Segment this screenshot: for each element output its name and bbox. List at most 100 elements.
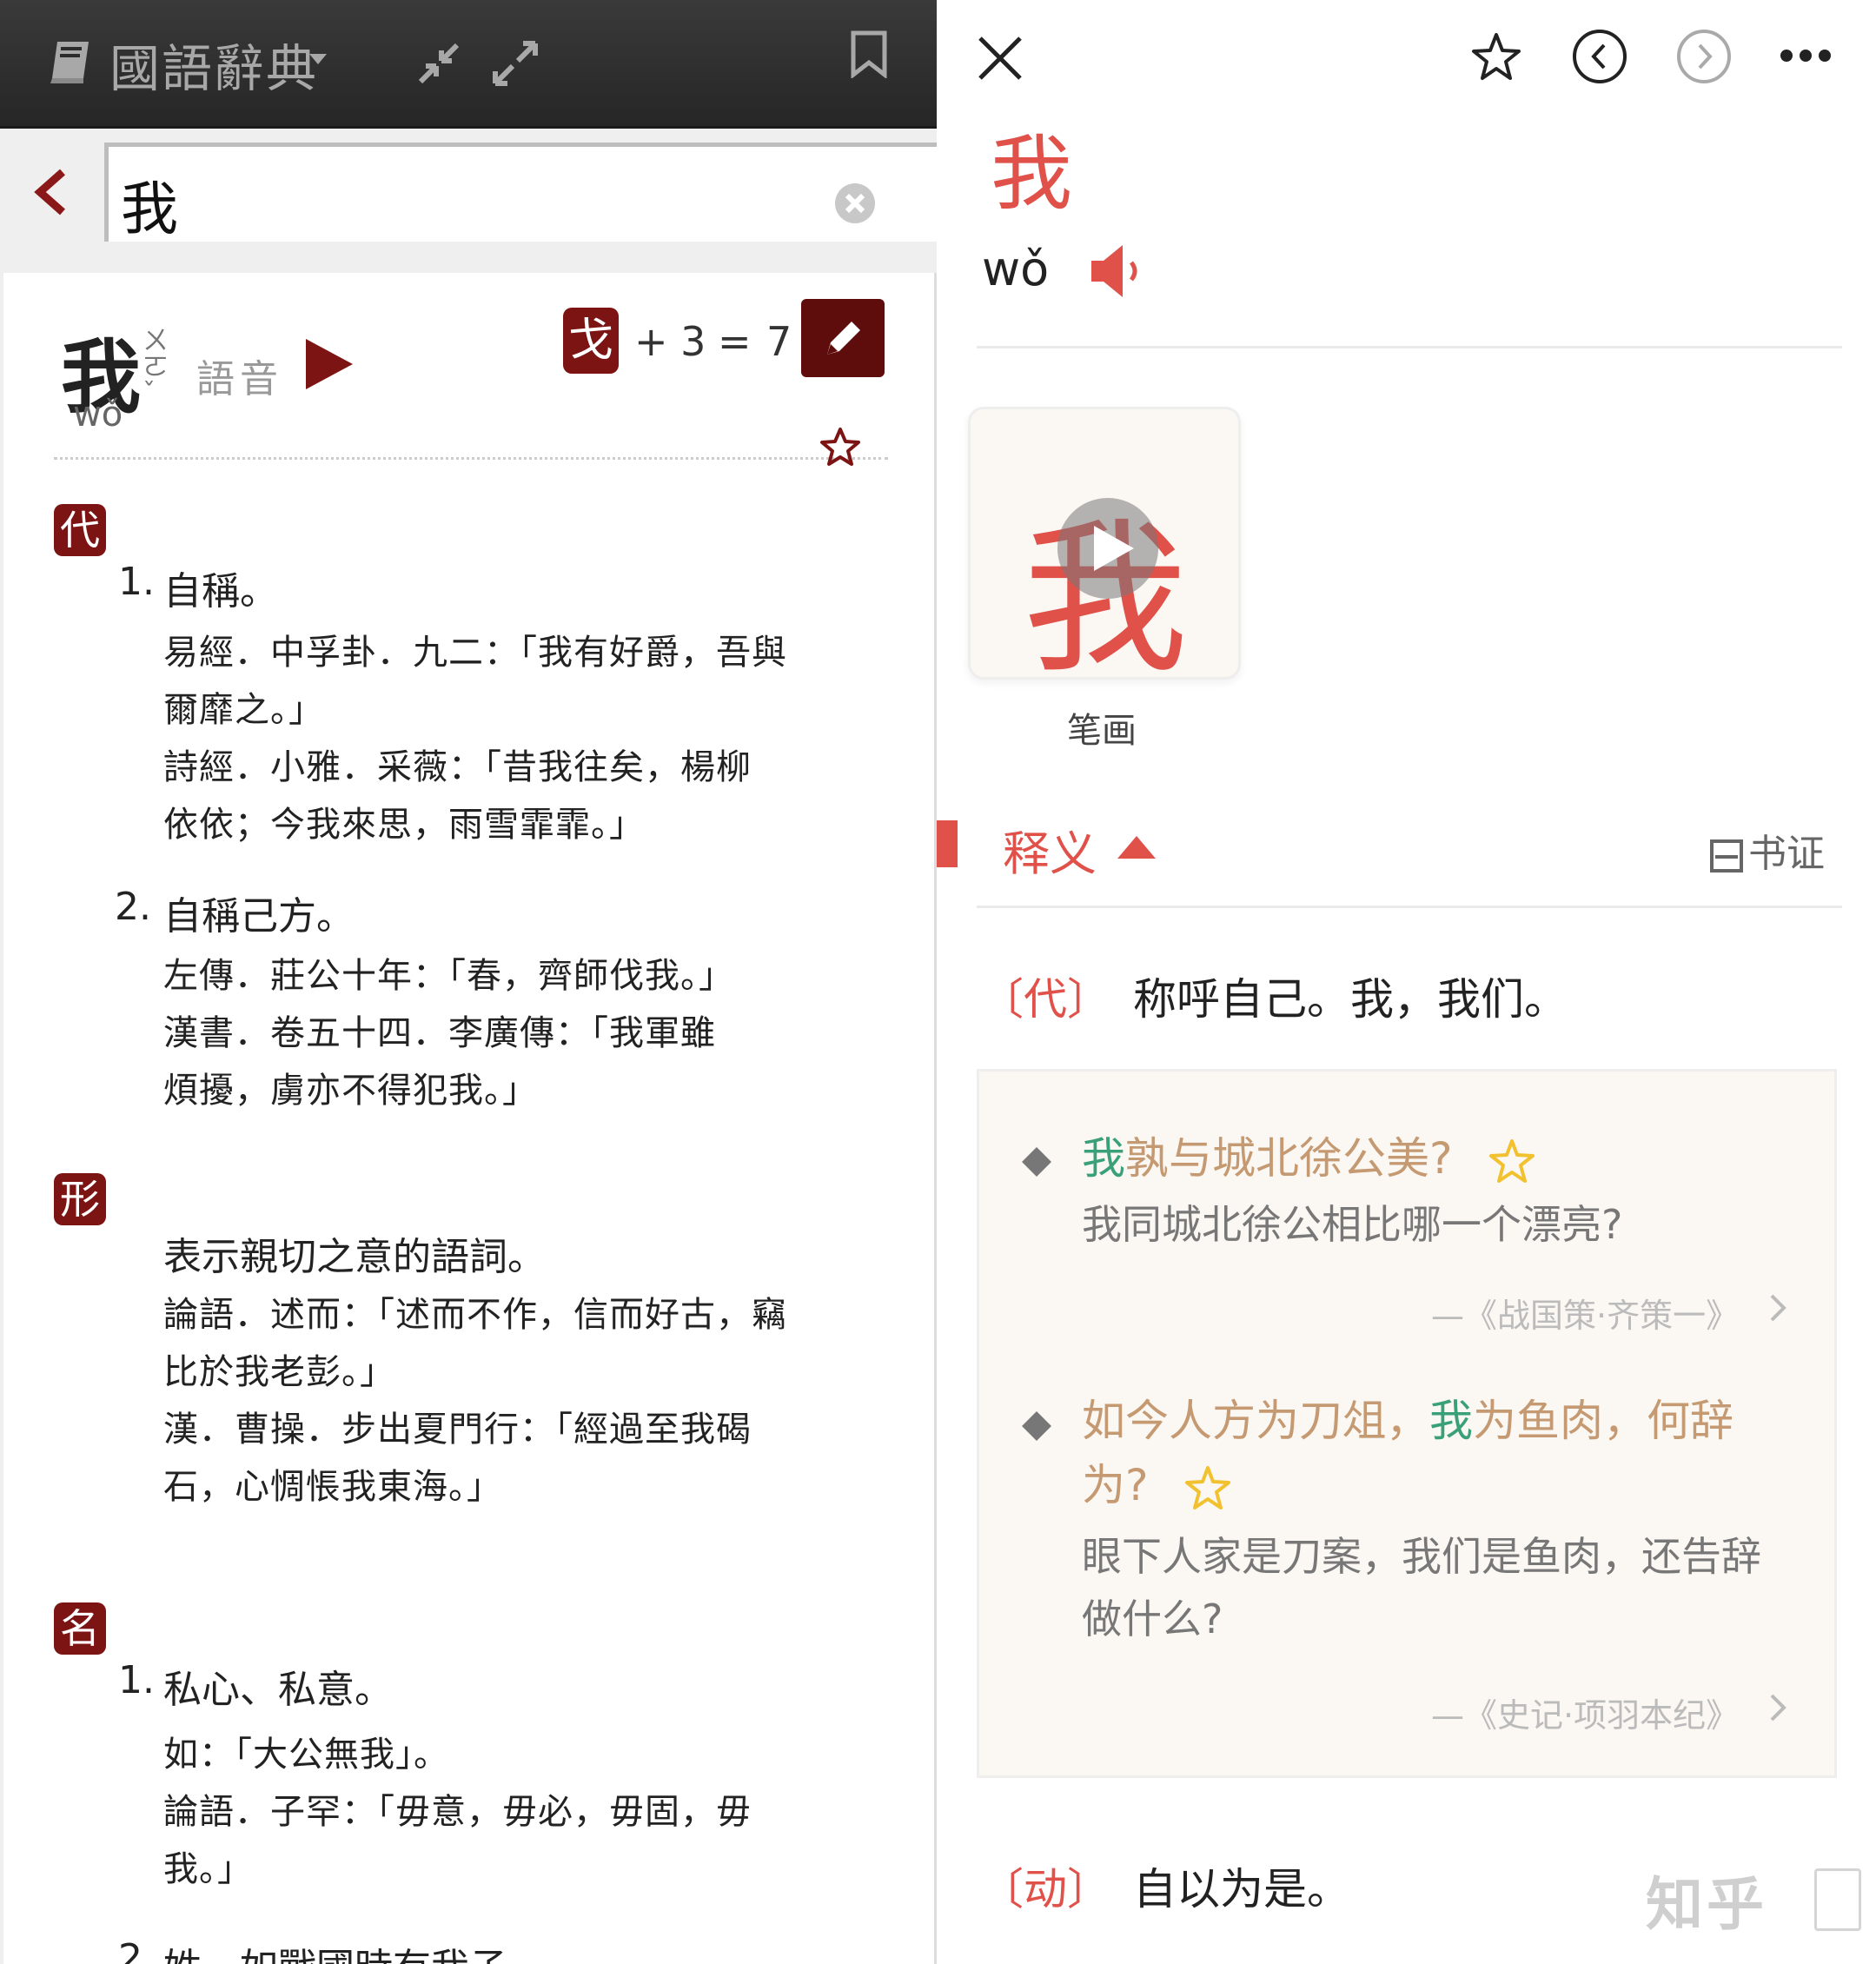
close-icon[interactable] [977,35,1024,82]
search-input[interactable]: 我 [104,143,937,242]
back-circle-icon[interactable] [1571,28,1628,85]
citation-toggle[interactable]: 书证 [1710,822,1825,878]
star-outline-icon[interactable] [1488,1138,1536,1186]
bullet-diamond [1022,1147,1051,1177]
app-title[interactable]: 國語辭典 [109,28,318,101]
highlight: 我 [1429,1396,1473,1446]
example-quote[interactable]: 如今人方为刀俎，我为鱼肉，何辞 [1082,1390,1794,1452]
sense-number: 2. [118,1936,155,1964]
pos-label: 〔代〕 [980,974,1110,1025]
citation: 論語．子罕：「毋意，毋必，毋固，毋 [163,1792,752,1832]
watermark-seal [1814,1868,1861,1931]
collapse-triangle-icon[interactable] [1117,836,1156,859]
page: { "left": { "app_title": "國語辭典", "search… [0,0,1876,1964]
highlight: 我 [1082,1133,1125,1184]
headword-pinyin: wǒ [982,242,1050,296]
sense-definition: 自稱。 [163,569,278,614]
more-icon[interactable] [1780,45,1832,66]
dictionary-left-pane: 國語辭典 我 我 ㄨㄛˇ wǒ 語音 戈 + 3 = 7 代 1. 自稱。 易經… [0,0,937,1964]
citation: 易經．中孚卦．九二：「我有好爵，吾與 [163,633,787,673]
edit-button[interactable] [801,299,885,377]
radical-badge[interactable]: 戈 [563,308,619,374]
sense-definition: 私心、私意。 [163,1668,393,1712]
back-chevron-icon[interactable] [33,167,68,217]
bookmark-icon[interactable] [848,30,890,78]
sense-number: 2. [115,885,151,929]
expand-icon[interactable] [492,40,539,87]
forward-circle-icon[interactable] [1675,28,1733,85]
citation: 論語．述而：「述而不作，信而好古，竊 [163,1295,787,1335]
star-icon[interactable] [1470,31,1522,83]
favorite-star-icon[interactable] [819,426,862,469]
speaker-icon[interactable] [1086,240,1149,302]
citation: 石，心惆悵我東海。」 [163,1467,502,1507]
pencil-icon [827,322,860,355]
divider [977,346,1842,348]
stroke-label: 笔画 [1067,711,1137,751]
stroke-animation-card[interactable]: 我 [968,407,1241,695]
pos-label: 〔动〕 [980,1864,1110,1914]
quote-text: 为? [1082,1460,1149,1510]
definition-text: 自以为是。 [1133,1864,1350,1914]
pos-badge-pronoun: 代 [54,504,106,556]
quote-text: 孰与城北徐公美? [1125,1133,1453,1184]
headword-pinyin: wǒ [73,395,123,435]
citation: 左傳．莊公十年：「春，齊師伐我。」 [163,956,734,996]
entry-card: 我 ㄨㄛˇ wǒ 語音 戈 + 3 = 7 代 1. 自稱。 易經．中孚卦．九二… [3,273,937,1964]
compress-icon[interactable] [415,40,462,87]
example-source[interactable]: —《史记·项羽本纪》 [1431,1689,1739,1736]
example-translation: 我同城北徐公相比哪一个漂亮? [1082,1201,1623,1248]
sense-number: 1. [118,1658,155,1702]
sense-definition: 自稱己方。 [163,894,355,939]
section-marker [937,820,958,867]
citation: 如：「大公無我」。 [163,1735,449,1775]
star-outline-icon[interactable] [1183,1464,1232,1513]
citation-box-icon [1710,839,1743,873]
stroke-total: 7 [766,318,792,365]
citation: 漢．曹操．步出夏門行：「經過至我碣 [163,1410,752,1450]
divider [977,906,1842,908]
quote-text: 为鱼肉，何辞 [1473,1396,1733,1446]
dictionary-right-pane: 我 wǒ 我 笔画 释义 书证 〔代〕 称呼自己。我，我们。 我孰与城北徐公美?… [937,0,1876,1964]
citation-toggle-label: 书证 [1748,832,1825,876]
play-icon [1094,526,1134,571]
watermark: 知乎 [1646,1871,1767,1938]
sense-definition: 姓。如戰國時有我子。 [163,1936,546,1964]
search-query[interactable]: 我 [121,163,178,246]
headword-char: 我 [991,127,1073,222]
divider [54,457,888,460]
play-icon[interactable] [302,335,356,393]
bullet-diamond [1022,1411,1051,1441]
stroke-equals: = [718,318,752,365]
headword-zhuyin: ㄨㄛˇ [143,326,169,408]
examples-box: 我孰与城北徐公美? 我同城北徐公相比哪一个漂亮? —《战国策·齐策一》 如今人方… [977,1069,1837,1778]
pos-badge-noun: 名 [54,1602,106,1655]
example-quote-cont[interactable]: 为? [1082,1454,1794,1516]
sense-number: 1. [118,560,155,604]
app-header: 國語辭典 [0,0,937,129]
chevron-right-icon[interactable] [1767,1690,1789,1725]
example-translation: 眼下人家是刀案，我们是鱼肉，还告辞 [1082,1533,1761,1580]
chevron-right-icon[interactable] [1767,1291,1789,1325]
citation: 我。」 [163,1849,253,1889]
citation: 依依；今我來思，雨雪霏霏。」 [163,805,645,845]
chevron-down-icon[interactable] [309,54,327,64]
example-source[interactable]: —《战国策·齐策一》 [1431,1289,1739,1337]
section-title[interactable]: 释义 [1003,815,1097,884]
citation: 詩經．小雅．采薇：「昔我往矣，楊柳 [163,747,752,787]
citation: 煩擾，虜亦不得犯我。」 [163,1071,538,1111]
pos-badge-adjective: 形 [54,1173,106,1225]
sense-definition: 表示親切之意的語詞。 [163,1235,546,1279]
voice-label: 語音 [196,357,283,401]
stroke-plus: + 3 [634,318,706,365]
quote-text: 如今人方为刀俎， [1082,1396,1429,1446]
example-translation: 做什么? [1082,1596,1223,1642]
search-row: 我 [0,130,937,248]
citation: 漢書．卷五十四．李廣傳：「我軍雖 [163,1013,716,1053]
play-button[interactable] [1057,498,1158,599]
clear-icon[interactable] [833,182,877,225]
example-quote[interactable]: 我孰与城北徐公美? [1082,1127,1794,1190]
book-icon[interactable] [45,35,96,85]
definition-text: 称呼自己。我，我们。 [1133,974,1568,1025]
citation: 比於我老彭。」 [163,1352,395,1392]
